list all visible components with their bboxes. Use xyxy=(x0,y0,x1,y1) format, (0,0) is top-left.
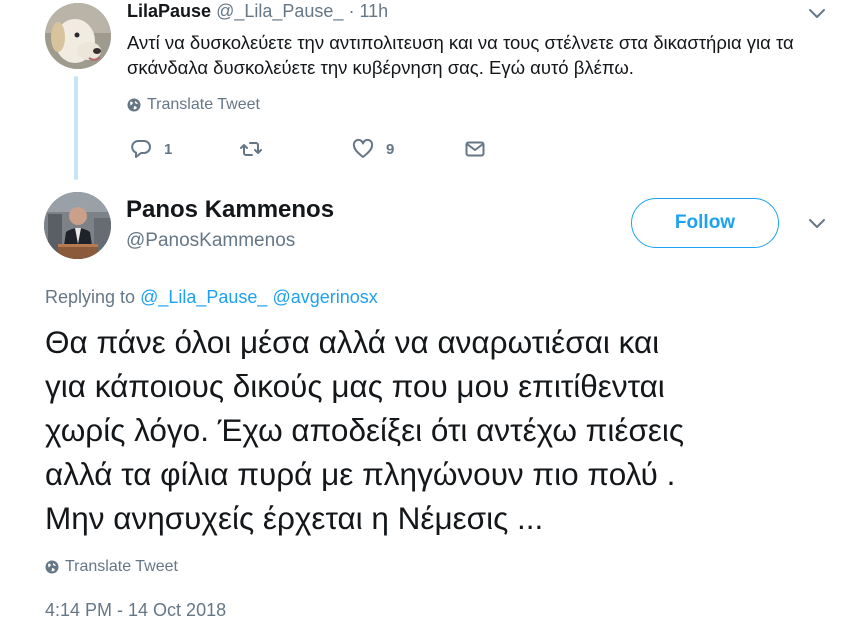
parent-display-name[interactable]: LilaPause xyxy=(127,1,211,21)
dog-avatar-image xyxy=(45,3,111,69)
main-handle[interactable]: @PanosKammenos xyxy=(126,230,295,252)
parent-tweet-text: Αντί να δυσκολεύετε την αντιπολιτευση κα… xyxy=(127,32,794,78)
chevron-down-icon[interactable] xyxy=(806,6,828,22)
retweet-button[interactable] xyxy=(240,138,274,160)
reply-icon xyxy=(131,140,151,158)
envelope-icon xyxy=(465,141,485,157)
parent-time[interactable]: 11h xyxy=(359,1,388,21)
translate-tweet-link[interactable]: Translate Tweet xyxy=(127,96,260,114)
globe-icon xyxy=(127,98,141,112)
follow-button[interactable]: Follow xyxy=(631,198,779,248)
chevron-down-icon[interactable] xyxy=(806,216,828,232)
reply-count: 1 xyxy=(164,140,173,158)
main-display-name[interactable]: Panos Kammenos xyxy=(126,196,334,224)
mention-link[interactable]: @_Lila_Pause_ xyxy=(140,287,267,307)
mention-link[interactable]: @avgerinosx xyxy=(272,287,377,307)
retweet-icon xyxy=(240,142,262,156)
like-button[interactable]: 9 xyxy=(352,138,394,160)
globe-icon xyxy=(45,560,59,574)
parent-avatar[interactable] xyxy=(45,3,111,69)
main-tweet-text: Θα πάνε όλοι μέσα αλλά να αναρωτιέσαι κα… xyxy=(45,324,685,536)
like-count: 9 xyxy=(386,140,395,158)
thread-connector-line xyxy=(74,76,78,180)
main-avatar[interactable] xyxy=(44,192,111,259)
parent-header: LilaPause @_Lila_Pause_ · 11h xyxy=(127,1,388,22)
replying-to-line: Replying to @_Lila_Pause_ @avgerinosx xyxy=(45,287,378,308)
speaker-avatar-image xyxy=(44,192,111,259)
tweet-thread: LilaPause @_Lila_Pause_ · 11h Αντί να δυ… xyxy=(0,0,867,639)
translate-label: Translate Tweet xyxy=(65,558,178,575)
translate-label: Translate Tweet xyxy=(147,96,260,113)
parent-handle[interactable]: @_Lila_Pause_ xyxy=(216,1,343,21)
reply-button[interactable]: 1 xyxy=(130,138,172,160)
translate-tweet-link[interactable]: Translate Tweet xyxy=(45,558,178,576)
separator-dot: · xyxy=(348,1,355,21)
tweet-timestamp[interactable]: 4:14 PM - 14 Oct 2018 xyxy=(45,600,226,621)
direct-message-button[interactable] xyxy=(464,138,486,160)
replying-to-prefix: Replying to xyxy=(45,287,136,307)
heart-icon xyxy=(352,138,374,158)
